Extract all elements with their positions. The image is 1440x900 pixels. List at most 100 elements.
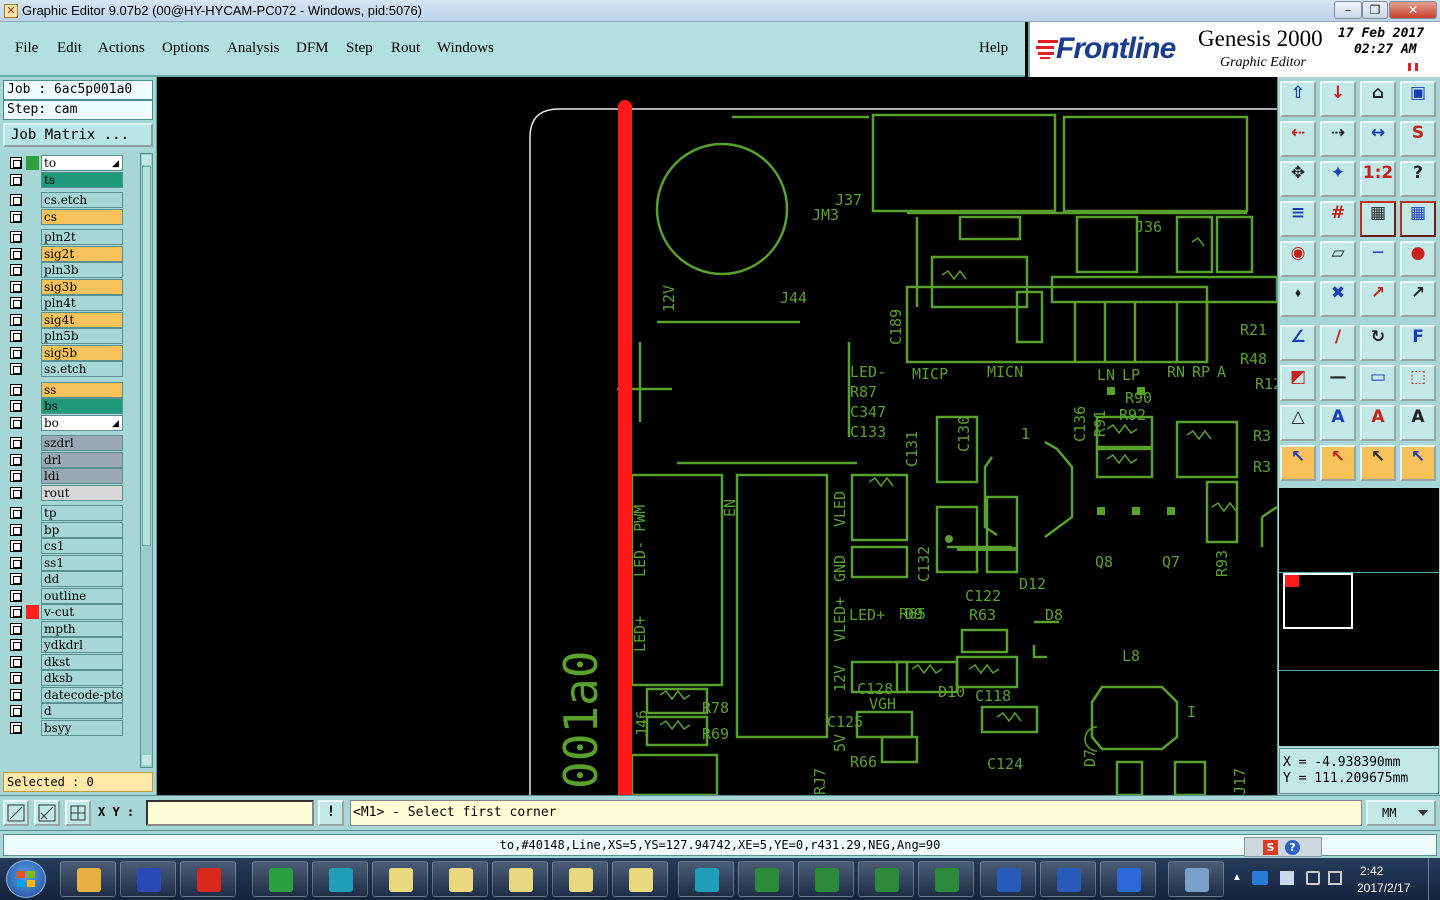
menu-step[interactable]: Step <box>346 40 373 57</box>
layer-checkbox[interactable] <box>10 655 22 668</box>
layer-checkbox[interactable] <box>10 486 22 499</box>
layer-checkbox[interactable] <box>10 194 22 206</box>
layer-name[interactable]: rout <box>41 484 123 501</box>
menu-help[interactable]: Help <box>979 40 1008 57</box>
layer-name[interactable]: ss.etch <box>41 361 123 377</box>
layer-name[interactable]: ss <box>41 381 123 398</box>
taskbar-button[interactable] <box>798 861 854 897</box>
draw-a-blue-icon[interactable]: A <box>1400 405 1436 441</box>
layer-name[interactable]: datecode-pto <box>41 686 123 703</box>
scroll-up-icon[interactable] <box>142 155 151 165</box>
layer-checkbox[interactable] <box>10 639 22 651</box>
menu-windows[interactable]: Windows <box>437 40 494 57</box>
layer-checkbox[interactable] <box>10 523 22 536</box>
layer-checkbox[interactable] <box>10 297 22 309</box>
surface-icon[interactable]: ▱ <box>1320 241 1356 277</box>
snap-icon[interactable]: ◩ <box>1280 365 1316 401</box>
taskbar-button[interactable] <box>312 861 368 897</box>
layer-checkbox[interactable] <box>10 606 22 618</box>
layer-colors-icon[interactable]: ▦ <box>1360 201 1396 237</box>
layer-checkbox[interactable] <box>10 173 22 186</box>
circle-fill-icon[interactable]: ● <box>1400 241 1436 277</box>
layer-checkbox[interactable] <box>10 264 22 276</box>
layer-name[interactable]: dksb <box>41 670 123 686</box>
menu-edit[interactable]: Edit <box>57 40 82 57</box>
pan-right-icon[interactable]: ⇢ <box>1320 121 1356 157</box>
minimize-button[interactable]: – <box>1334 1 1362 19</box>
taskbar-button[interactable] <box>612 861 668 897</box>
zoom-fit-icon[interactable]: ↔ <box>1360 121 1396 157</box>
layer-checkbox[interactable] <box>10 346 22 359</box>
layer-name[interactable]: ss1 <box>41 554 123 571</box>
layer-name[interactable]: sig2t <box>41 245 123 262</box>
cross-select-icon[interactable]: ✖ <box>1320 281 1356 317</box>
taskbar-button[interactable] <box>492 861 548 897</box>
pan-left-icon[interactable]: ⇠ <box>1280 121 1316 157</box>
layer-name[interactable]: ldi <box>41 468 123 484</box>
help-icon[interactable]: ? <box>1285 840 1300 855</box>
layer-checkbox[interactable] <box>10 672 22 684</box>
menu-analysis[interactable]: Analysis <box>227 40 280 57</box>
dash-line-icon[interactable]: — <box>1320 365 1356 401</box>
menu-options[interactable]: Options <box>162 40 210 57</box>
graphic-canvas[interactable]: J37 JM3 J36 J44 R21 R48 R12 A LED- R87 C… <box>157 77 1277 795</box>
layer-checkbox[interactable] <box>10 157 22 169</box>
select-circle-icon[interactable]: ↖ <box>1360 445 1396 481</box>
close-button[interactable]: ✕ <box>1389 1 1437 19</box>
show-desktop-button[interactable] <box>1428 858 1440 900</box>
layer-name[interactable]: cs <box>41 208 123 225</box>
scroll-thumb[interactable] <box>142 166 151 546</box>
layer-name[interactable]: tp <box>41 505 123 521</box>
grid-snap-icon[interactable] <box>65 800 91 826</box>
taskbar-button[interactable] <box>980 861 1036 897</box>
layer-checkbox[interactable] <box>10 573 22 585</box>
layer-checkbox[interactable] <box>10 540 22 552</box>
layer-name[interactable]: bo <box>41 414 123 431</box>
layer-name[interactable]: sig5b <box>41 344 123 361</box>
draw-a-red-icon[interactable]: A <box>1360 405 1396 441</box>
box-measure-icon[interactable]: ▭ <box>1360 365 1396 401</box>
tray-expand-icon[interactable]: ▲ <box>1232 872 1242 883</box>
layer-name[interactable]: sig4t <box>41 311 123 328</box>
layer-name[interactable]: pln2t <box>41 229 123 245</box>
layer-name[interactable]: outline <box>41 587 123 604</box>
zoom-s-icon[interactable]: S <box>1400 121 1436 157</box>
layer-name[interactable]: to <box>41 155 123 171</box>
draw-triangle-icon[interactable]: △ <box>1280 405 1316 441</box>
layer-checkbox[interactable] <box>10 507 22 519</box>
select-pointer-icon[interactable]: ↖ <box>1280 445 1316 481</box>
taskbar-button[interactable] <box>918 861 974 897</box>
measure-icon[interactable] <box>34 800 60 826</box>
layer-colors-red-icon[interactable]: ▦ <box>1400 201 1436 237</box>
layer-name[interactable]: szdrl <box>41 435 123 451</box>
units-select[interactable]: MM <box>1366 800 1436 826</box>
volume-icon[interactable] <box>1306 871 1320 885</box>
display-icon[interactable] <box>1328 871 1342 885</box>
xy-input[interactable] <box>146 800 314 826</box>
clock-time[interactable]: 2:42 <box>1360 864 1383 878</box>
layer-scrollbar[interactable] <box>140 153 153 768</box>
zoom-1to2-icon[interactable]: 1:2 <box>1360 161 1396 197</box>
draw-a-icon[interactable]: A <box>1320 405 1356 441</box>
feature-filter-icon[interactable]: F <box>1400 325 1436 361</box>
taskbar-button[interactable] <box>180 861 236 897</box>
layer-name[interactable]: bp <box>41 521 123 538</box>
line-select-icon[interactable]: ↗ <box>1360 281 1396 317</box>
layer-checkbox[interactable] <box>10 416 22 429</box>
query-icon[interactable]: ? <box>1400 161 1436 197</box>
layer-name[interactable]: dkst <box>41 653 123 670</box>
alert-button[interactable]: ! <box>318 800 344 826</box>
layer-checkbox[interactable] <box>10 622 22 635</box>
layer-checkbox[interactable] <box>10 470 22 482</box>
layer-name[interactable]: pln3b <box>41 262 123 278</box>
menu-file[interactable]: File <box>15 40 38 57</box>
taskbar-button[interactable] <box>432 861 488 897</box>
taskbar-button[interactable] <box>1040 861 1096 897</box>
zoom-box-icon[interactable] <box>3 800 29 826</box>
layer-name[interactable]: pln5b <box>41 328 123 344</box>
layer-checkbox[interactable] <box>10 400 22 412</box>
layer-name[interactable]: bs <box>41 398 123 414</box>
component-icon[interactable]: ⬚ <box>1400 365 1436 401</box>
taskbar-button[interactable] <box>858 861 914 897</box>
layer-checkbox[interactable] <box>10 363 22 375</box>
